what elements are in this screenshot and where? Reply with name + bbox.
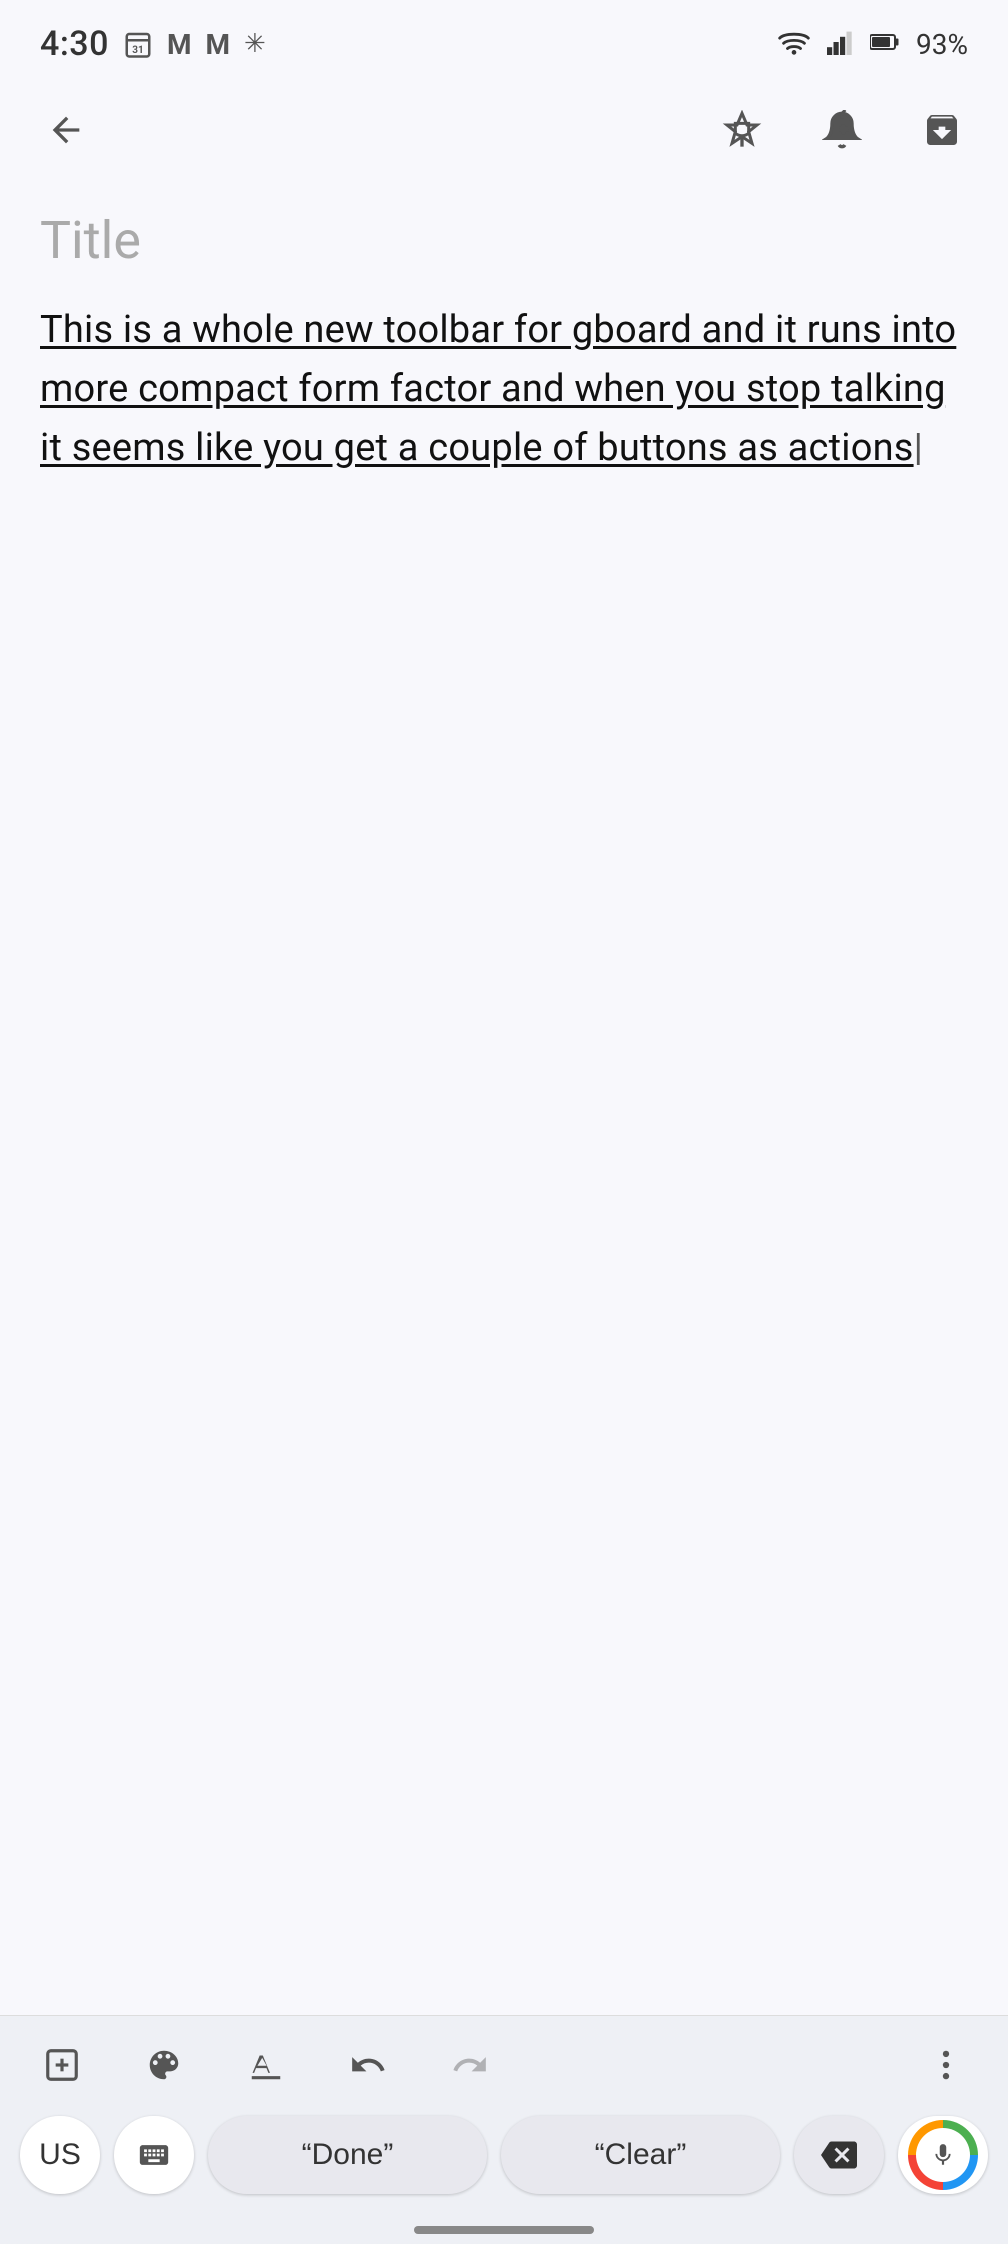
note-area[interactable]: Title This is a whole new toolbar for gb… (0, 180, 1008, 508)
keyboard-switch-key[interactable] (114, 2116, 194, 2194)
keyboard-redo-button[interactable] (444, 2039, 496, 2091)
keyboard-undo-button[interactable] (342, 2039, 394, 2091)
keyboard-add-button[interactable] (36, 2039, 88, 2091)
snowflake-icon: ✳ (244, 29, 266, 59)
signal-icon (826, 29, 854, 59)
battery-icon (870, 32, 900, 56)
done-key[interactable]: “Done” (208, 2116, 487, 2194)
add-reminder-button[interactable]: + (812, 100, 872, 160)
calendar-icon: 31 (123, 29, 153, 59)
wifi-icon (778, 29, 810, 59)
home-indicator (0, 2212, 1008, 2244)
pin-button[interactable] (712, 100, 772, 160)
lang-key[interactable]: US (20, 2116, 100, 2194)
archive-button[interactable] (912, 100, 972, 160)
voice-circle-inner (916, 2128, 970, 2182)
battery-percent: 93% (916, 28, 968, 61)
toolbar-left (36, 100, 96, 160)
status-left: 4:30 31 M M ✳ (40, 24, 266, 64)
note-body[interactable]: This is a whole new toolbar for gboard a… (40, 301, 968, 478)
svg-text:+: + (840, 122, 846, 136)
app-toolbar: + (0, 80, 1008, 180)
back-button[interactable] (36, 100, 96, 160)
status-bar: 4:30 31 M M ✳ (0, 0, 1008, 80)
status-time: 4:30 (40, 24, 109, 64)
keyboard-bottom-row: US “Done” “Clear” (0, 2106, 1008, 2212)
note-title-placeholder[interactable]: Title (40, 210, 968, 271)
svg-text:31: 31 (132, 45, 143, 56)
status-right: 93% (778, 28, 968, 61)
toolbar-right: + (712, 100, 972, 160)
note-body-text: This is a whole new toolbar for gboard a… (40, 308, 956, 470)
gmail-icon-2: M (205, 28, 230, 61)
voice-key[interactable] (898, 2116, 988, 2194)
keyboard-toolbar-left (36, 2039, 496, 2091)
backspace-key[interactable] (794, 2116, 884, 2194)
keyboard-container: US “Done” “Clear” (0, 2015, 1008, 2244)
gmail-icon: M (167, 28, 192, 61)
voice-circle (908, 2120, 978, 2190)
clear-key[interactable]: “Clear” (501, 2116, 780, 2194)
keyboard-toolbar (0, 2016, 1008, 2106)
keyboard-format-button[interactable] (240, 2039, 292, 2091)
home-bar (414, 2226, 594, 2234)
keyboard-palette-button[interactable] (138, 2039, 190, 2091)
keyboard-more-button[interactable] (920, 2039, 972, 2091)
text-cursor (914, 426, 923, 470)
